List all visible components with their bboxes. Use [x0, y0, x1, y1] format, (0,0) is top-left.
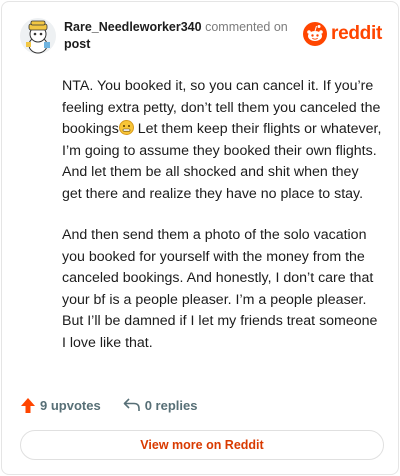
- comment-header: Rare_Needleworker340 commented on post r…: [20, 16, 384, 56]
- comment-body: NTA. You booked it, so you can cancel it…: [62, 76, 382, 374]
- reddit-snoo-icon: [303, 22, 328, 46]
- snoo-avatar-icon[interactable]: [20, 18, 56, 54]
- upvote-button[interactable]: 9 upvotes: [20, 397, 101, 414]
- reply-count: 0 replies: [144, 397, 198, 413]
- post-link[interactable]: post: [64, 36, 288, 53]
- reply-arrow-icon: [123, 398, 140, 411]
- upvote-arrow-icon: [21, 397, 35, 413]
- reddit-logo[interactable]: reddit: [303, 22, 382, 46]
- grimace-emoji-icon: [118, 120, 134, 135]
- upvote-count: 9 upvotes: [40, 397, 101, 413]
- reddit-wordmark: reddit: [331, 23, 382, 44]
- comment-actions: 9 upvotes 0 replies: [20, 394, 219, 416]
- commented-on-text: commented on: [205, 20, 288, 34]
- view-more-button[interactable]: View more on Reddit: [20, 430, 384, 460]
- comment-meta: Rare_Needleworker340 commented on post: [64, 19, 288, 53]
- username-link[interactable]: Rare_Needleworker340: [64, 20, 202, 34]
- replies-button[interactable]: 0 replies: [123, 397, 198, 413]
- comment-paragraph: NTA. You booked it, so you can cancel it…: [62, 76, 382, 205]
- comment-paragraph: And then send them a photo of the solo v…: [62, 227, 378, 351]
- embed-card: Rare_Needleworker340 commented on post r…: [1, 1, 399, 475]
